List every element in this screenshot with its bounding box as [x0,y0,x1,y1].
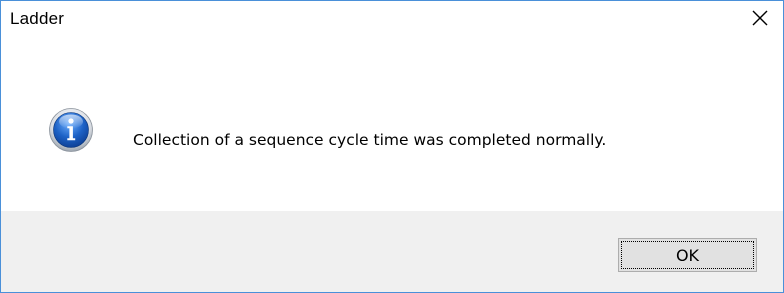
message-dialog: Ladder Collection of a sequence cycle ti… [0,0,784,293]
close-button[interactable] [737,1,783,35]
window-title: Ladder [10,9,65,28]
ok-button-label: OK [621,241,754,269]
message-text: Collection of a sequence cycle time was … [133,131,607,149]
close-icon [752,10,768,26]
info-icon [49,108,93,152]
ok-button[interactable]: OK [618,238,757,272]
dialog-content: Collection of a sequence cycle time was … [1,35,783,211]
title-bar: Ladder [1,1,783,35]
button-bar: OK [1,211,783,292]
